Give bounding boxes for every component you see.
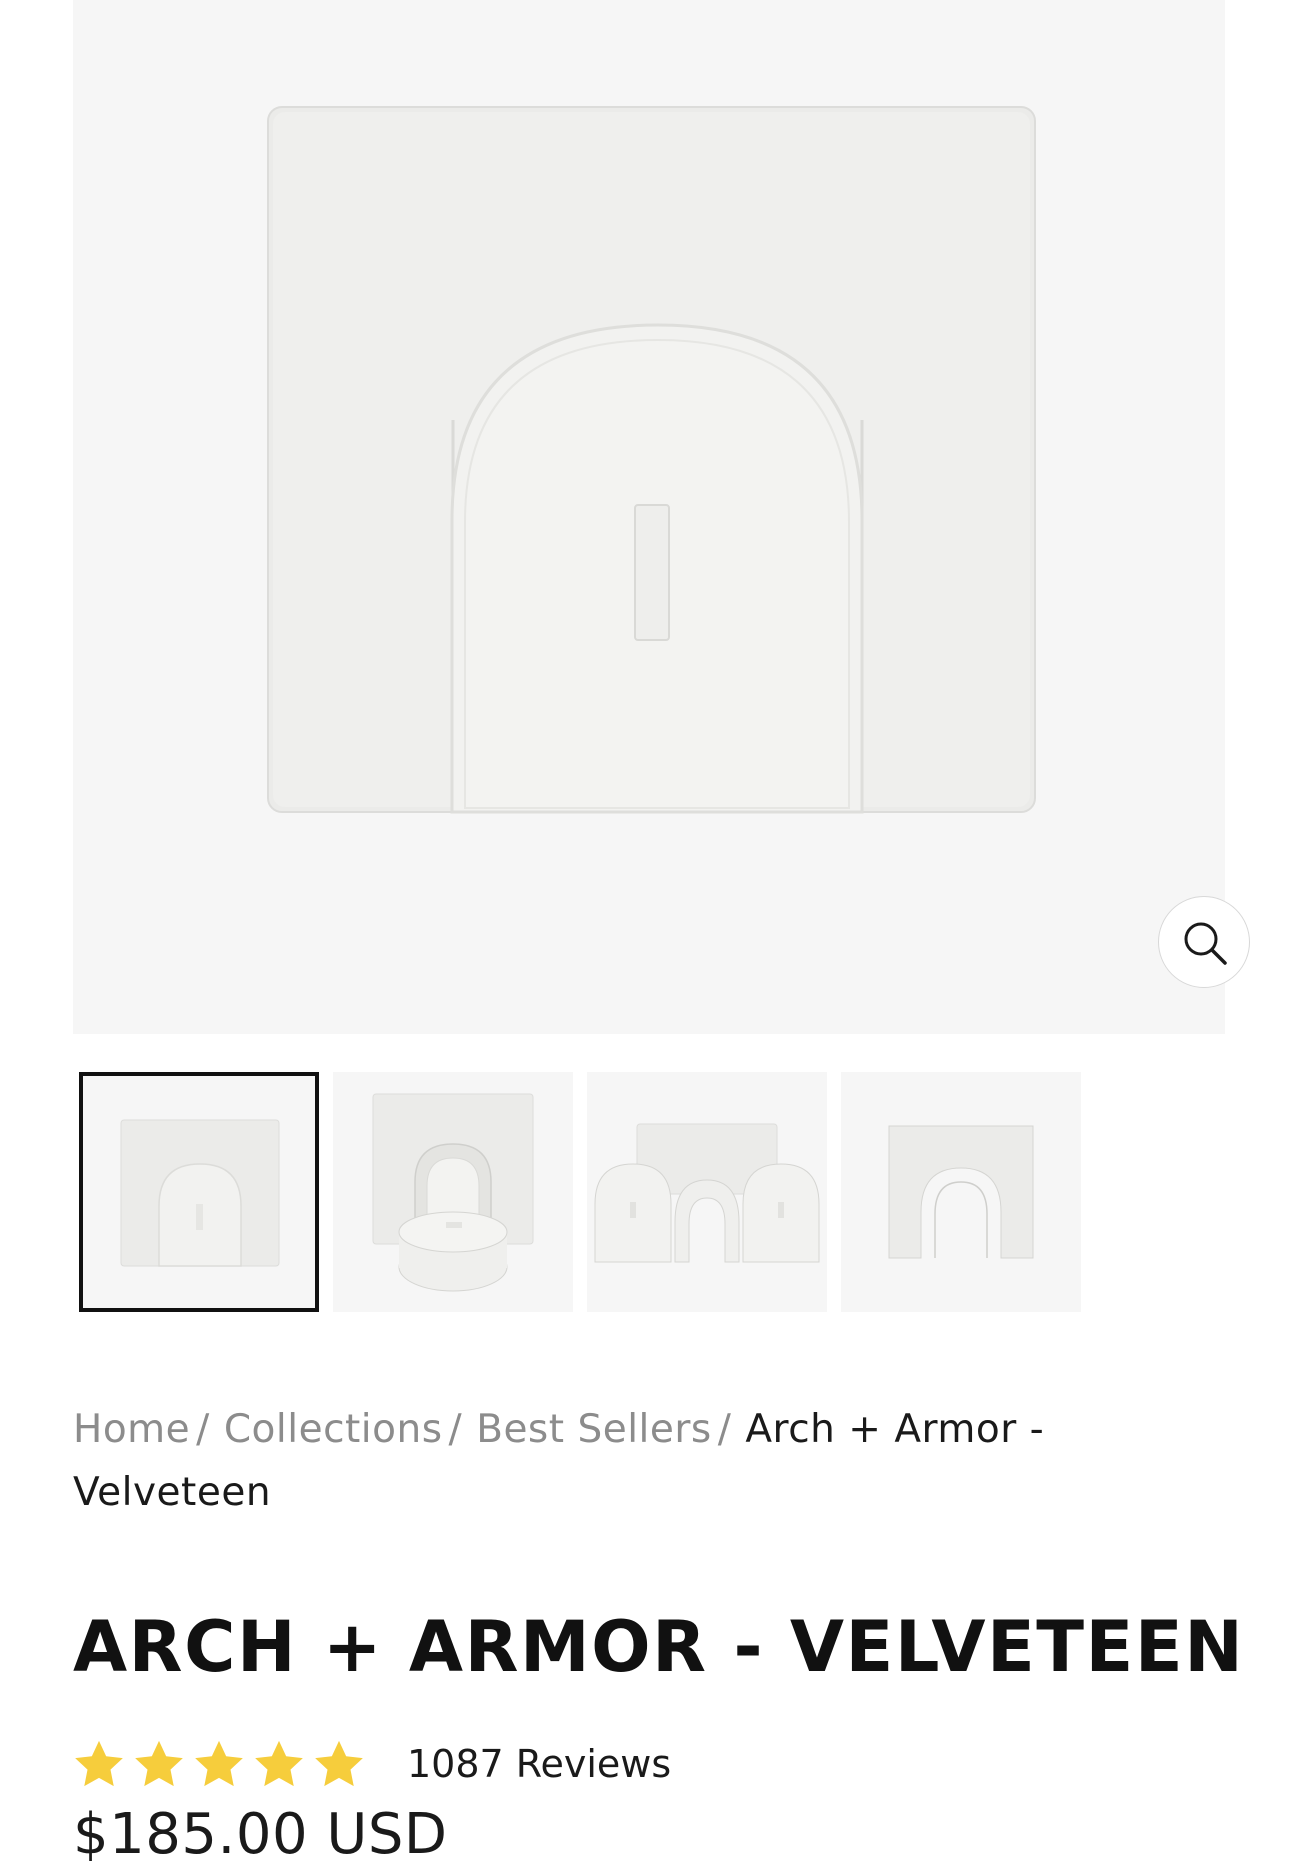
breadcrumb: Home / Collections / Best Sellers / Arch + Arm… xyxy=(73,1398,1203,1524)
breadcrumb-collections[interactable]: Collections xyxy=(224,1407,443,1452)
star-icon xyxy=(315,1740,363,1787)
thumbnail-1[interactable] xyxy=(79,1072,319,1312)
main-product-image[interactable] xyxy=(73,0,1250,1034)
thumbnail-image xyxy=(594,1123,820,1263)
star-icon xyxy=(135,1740,183,1787)
breadcrumb-separator: / xyxy=(448,1407,463,1452)
breadcrumb-best-sellers[interactable]: Best Sellers xyxy=(476,1407,712,1452)
star-rating[interactable] xyxy=(73,1735,373,1791)
product-rating: 1087 Reviews xyxy=(73,1735,773,1791)
thumbnail-image xyxy=(120,1119,280,1267)
product-title: ARCH + ARMOR - VELVETEEN xyxy=(73,1606,1245,1688)
star-icon xyxy=(195,1740,243,1787)
thumbnail-2[interactable] xyxy=(333,1072,573,1312)
thumbnail-image xyxy=(888,1125,1034,1259)
magnifier-icon xyxy=(1184,922,1227,965)
thumbnail-3[interactable] xyxy=(587,1072,827,1312)
breadcrumb-separator: / xyxy=(196,1407,210,1452)
thumbnail-4[interactable] xyxy=(841,1072,1081,1312)
thumbnail-image xyxy=(372,1093,534,1292)
thumbnail-strip xyxy=(79,1072,1081,1312)
breadcrumb-home[interactable]: Home xyxy=(73,1407,190,1452)
product-page: Home / Collections / Best Sellers / Arch + Arm… xyxy=(0,0,1290,1861)
product-photo xyxy=(267,106,1036,814)
star-icon xyxy=(75,1740,123,1787)
product-price: $185.00 USD xyxy=(73,1802,448,1861)
star-icon xyxy=(255,1740,303,1787)
review-count-link[interactable]: 1087 Reviews xyxy=(407,1739,671,1789)
zoom-button[interactable] xyxy=(1158,896,1250,988)
breadcrumb-separator: / xyxy=(717,1407,732,1452)
